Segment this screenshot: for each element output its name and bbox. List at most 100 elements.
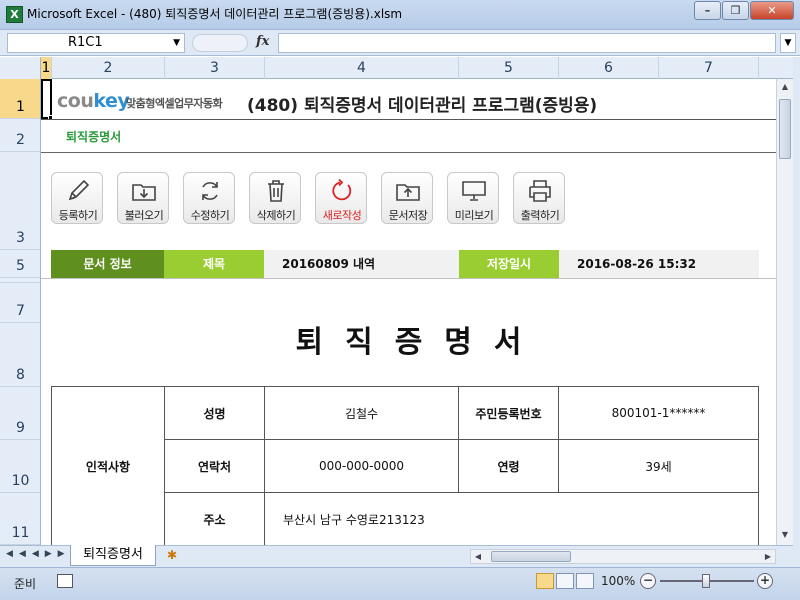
print-button[interactable]: 출력하기 bbox=[513, 172, 565, 224]
worksheet[interactable]: coukey 맞춤형엑셀업무자동화 (480) 퇴직증명서 데이터관리 프로그램… bbox=[41, 79, 776, 545]
scroll-down-icon[interactable]: ▼ bbox=[777, 527, 793, 543]
folder-download-icon bbox=[132, 184, 156, 201]
save-document-button[interactable]: 문서저장 bbox=[381, 172, 433, 224]
window-title: Microsoft Excel - (480) 퇴직증명서 데이터관리 프로그램… bbox=[27, 7, 403, 21]
macro-record-icon[interactable] bbox=[57, 574, 73, 588]
formula-buttons[interactable] bbox=[192, 34, 248, 52]
column-header[interactable]: 7 bbox=[659, 57, 759, 79]
contact-value[interactable]: 000-000-0000 bbox=[264, 439, 459, 493]
normal-view-button[interactable] bbox=[536, 573, 554, 589]
scroll-left-icon[interactable]: ◀ bbox=[471, 550, 485, 563]
new-button[interactable]: 새로작성 bbox=[315, 172, 367, 224]
restore-button[interactable]: ❐ bbox=[722, 1, 749, 20]
zoom-level[interactable]: 100% bbox=[601, 574, 635, 588]
saved-at-value[interactable]: 2016-08-26 15:32 bbox=[571, 250, 759, 278]
address-label: 주소 bbox=[164, 492, 265, 545]
row-header[interactable]: 5 bbox=[0, 250, 40, 278]
chevron-down-icon[interactable]: ▼ bbox=[173, 34, 180, 52]
sheet-tab-bar: ◀◀◀▶▶▶ 퇴직증명서 ✱ ◀ ▶ bbox=[0, 545, 793, 567]
divider bbox=[41, 119, 776, 120]
row-header[interactable]: 9 bbox=[0, 387, 40, 440]
zoom-slider-thumb[interactable] bbox=[702, 574, 710, 588]
column-header[interactable]: 4 bbox=[265, 57, 459, 79]
scroll-thumb[interactable] bbox=[491, 551, 571, 562]
view-buttons bbox=[536, 573, 596, 589]
rrn-label: 주민등록번호 bbox=[458, 386, 559, 440]
column-header[interactable]: 3 bbox=[165, 57, 265, 79]
formula-bar: R1C1 ▼ fx ▼ bbox=[0, 30, 800, 56]
register-button[interactable]: 등록하기 bbox=[51, 172, 103, 224]
name-box-value: R1C1 bbox=[68, 35, 103, 50]
printer-icon bbox=[529, 180, 551, 202]
scroll-up-icon[interactable]: ▲ bbox=[777, 79, 793, 95]
vertical-scrollbar[interactable]: ▲ ▼ bbox=[776, 79, 793, 545]
preview-button[interactable]: 미리보기 bbox=[447, 172, 499, 224]
row-header[interactable]: 10 bbox=[0, 440, 40, 493]
close-button[interactable]: ✕ bbox=[750, 1, 794, 20]
page-break-view-button[interactable] bbox=[576, 573, 594, 589]
new-circle-icon bbox=[332, 178, 352, 201]
scroll-thumb[interactable] bbox=[779, 99, 791, 159]
scroll-right-icon[interactable]: ▶ bbox=[761, 550, 775, 563]
row-header[interactable]: 8 bbox=[0, 323, 40, 387]
insert-function-button[interactable]: fx bbox=[256, 34, 269, 49]
sheet-tab-active[interactable]: 퇴직증명서 bbox=[70, 545, 156, 566]
select-all-button[interactable] bbox=[0, 57, 41, 79]
name-label: 성명 bbox=[164, 386, 265, 440]
horizontal-scrollbar[interactable]: ◀ ▶ bbox=[470, 549, 776, 564]
column-header[interactable]: 6 bbox=[559, 57, 659, 79]
expand-formula-bar-button[interactable]: ▼ bbox=[780, 33, 796, 53]
section-personal-info: 인적사항 bbox=[51, 386, 165, 545]
saved-at-label: 저장일시 bbox=[459, 250, 559, 278]
subject-value[interactable]: 20160809 내역 bbox=[276, 250, 456, 278]
coukey-logo: coukey bbox=[57, 90, 130, 112]
pencil-icon bbox=[68, 179, 90, 201]
status-mode: 준비 bbox=[14, 577, 37, 591]
insert-sheet-icon[interactable]: ✱ bbox=[162, 548, 182, 564]
document-info-bar: 문서 정보 제목 20160809 내역 저장일시 2016-08-26 15:… bbox=[51, 250, 759, 278]
active-cell[interactable] bbox=[41, 79, 52, 119]
trash-icon bbox=[268, 180, 284, 202]
delete-button[interactable]: 삭제하기 bbox=[249, 172, 301, 224]
zoom-out-button[interactable]: − bbox=[640, 573, 656, 589]
row-header[interactable]: 1 bbox=[0, 79, 40, 119]
status-bar: 준비 100% − + bbox=[0, 567, 800, 600]
formula-input[interactable] bbox=[278, 33, 776, 53]
address-value[interactable]: 부산시 남구 수영로213123 bbox=[264, 492, 759, 545]
zoom-in-button[interactable]: + bbox=[757, 573, 773, 589]
divider bbox=[41, 152, 776, 153]
column-header[interactable] bbox=[759, 57, 776, 79]
monitor-icon bbox=[462, 181, 486, 201]
certificate-form: 인적사항 성명 김철수 주민등록번호 800101-1****** 연락처 00… bbox=[51, 386, 759, 545]
rrn-value[interactable]: 800101-1****** bbox=[558, 386, 759, 440]
refresh-icon bbox=[202, 182, 218, 200]
title-bar: X Microsoft Excel - (480) 퇴직증명서 데이터관리 프로… bbox=[0, 0, 800, 30]
logo-tagline: 맞춤형엑셀업무자동화 bbox=[126, 97, 223, 110]
folder-upload-icon bbox=[396, 184, 420, 201]
page-title: (480) 퇴직증명서 데이터관리 프로그램(증빙용) bbox=[247, 96, 598, 116]
contact-label: 연락처 bbox=[164, 439, 265, 493]
excel-icon[interactable]: X bbox=[6, 6, 23, 23]
row-header[interactable]: 11 bbox=[0, 493, 40, 545]
column-header[interactable]: 2 bbox=[52, 57, 165, 79]
age-label: 연령 bbox=[458, 439, 559, 493]
doc-info-label: 문서 정보 bbox=[51, 250, 164, 278]
name-value[interactable]: 김철수 bbox=[264, 386, 459, 440]
sheet-subtitle: 퇴직증명서 bbox=[66, 130, 122, 144]
age-value[interactable]: 39세 bbox=[558, 439, 759, 493]
row-header[interactable]: 2 bbox=[0, 119, 40, 152]
subject-label: 제목 bbox=[164, 250, 264, 278]
window-controls: – ❐ ✕ bbox=[693, 1, 794, 20]
column-header[interactable]: 5 bbox=[459, 57, 559, 79]
name-box[interactable]: R1C1 ▼ bbox=[7, 33, 185, 53]
load-button[interactable]: 불러오기 bbox=[117, 172, 169, 224]
window-edge bbox=[793, 57, 800, 577]
column-headers: 1 2 3 4 5 6 7 bbox=[0, 57, 800, 79]
row-header[interactable]: 7 bbox=[0, 283, 40, 323]
row-header[interactable]: 3 bbox=[0, 152, 40, 250]
edit-button[interactable]: 수정하기 bbox=[183, 172, 235, 224]
page-layout-view-button[interactable] bbox=[556, 573, 574, 589]
minimize-button[interactable]: – bbox=[694, 1, 721, 20]
divider bbox=[41, 278, 776, 279]
column-header[interactable]: 1 bbox=[41, 57, 52, 79]
